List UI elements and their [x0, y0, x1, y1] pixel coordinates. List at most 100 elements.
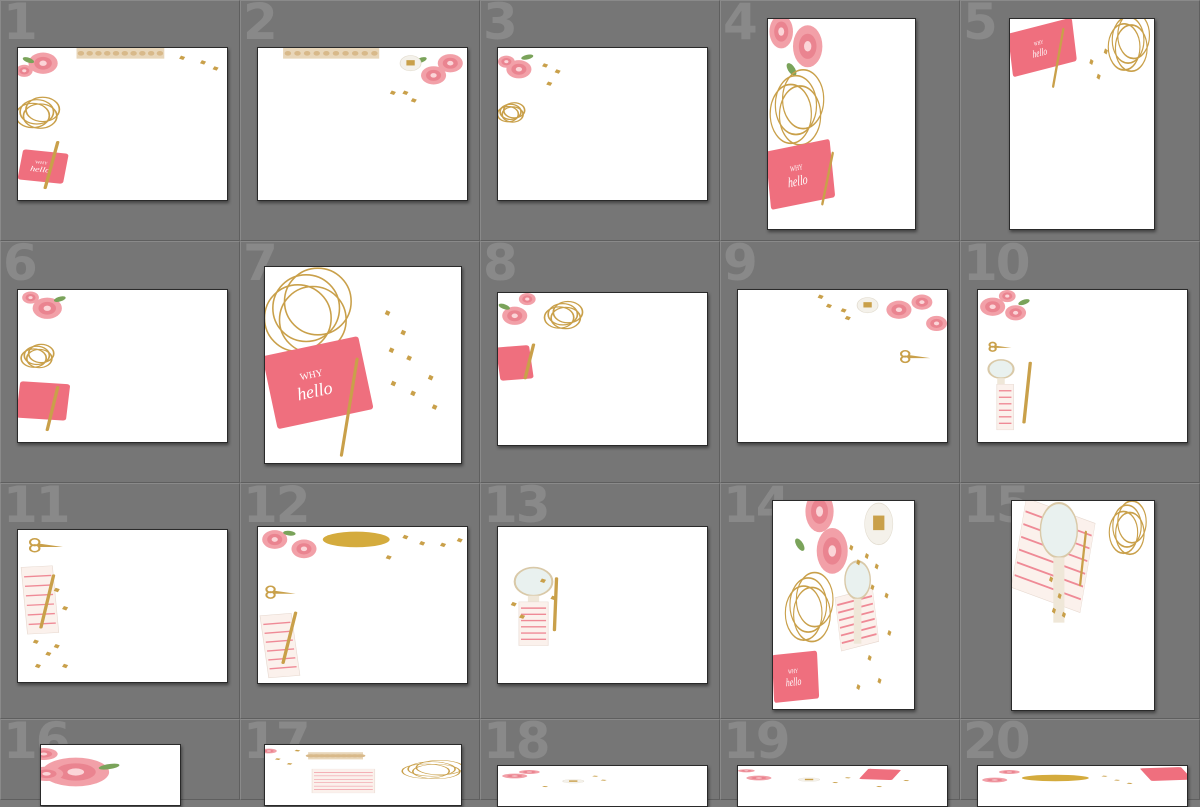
template-thumbnail[interactable]: WHY hello	[772, 500, 915, 710]
thumbnail-number: 4	[723, 0, 758, 51]
rose-decoration	[1005, 305, 1027, 321]
thumbnail-image: WHYhello	[18, 48, 219, 190]
leaf-decoration	[1018, 299, 1030, 306]
patterned-paper	[305, 752, 366, 760]
thumbnail-cell-7[interactable]: 7 WHY hello	[240, 238, 480, 483]
thumbnail-image	[18, 291, 70, 432]
rose-decoration	[22, 291, 39, 304]
thumbnail-cell-17[interactable]: 17	[240, 716, 480, 806]
thumbnail-cell-13[interactable]: 13	[480, 480, 720, 719]
thumbnail-cell-10[interactable]: 10	[960, 234, 1200, 483]
thumbnail-number: 2	[243, 0, 278, 51]
pink-card: WHYhello	[1010, 19, 1077, 77]
thumbnail-image	[817, 294, 947, 364]
thumbnail-image: WHYhello	[265, 267, 438, 457]
thumbnail-image: WHYhello	[773, 501, 894, 703]
thumbnail-cell-12[interactable]: 12	[240, 476, 480, 719]
thumbnail-cell-5[interactable]: 5 WHY hello	[960, 0, 1200, 241]
gold-leaf-dish	[322, 531, 390, 548]
thumbnail-image	[738, 768, 910, 788]
pink-card: WHYhello	[265, 336, 374, 429]
template-thumbnail[interactable]: WHY hello	[264, 266, 462, 464]
template-thumbnail[interactable]	[497, 526, 708, 684]
rose-decoration	[926, 315, 947, 332]
thumbnail-cell-9[interactable]: 9	[720, 238, 960, 483]
thumbnail-number: 1	[3, 0, 38, 51]
template-thumbnail[interactable]	[264, 744, 462, 806]
gold-bangles	[1107, 19, 1151, 73]
gold-leaf-dish	[1021, 774, 1089, 782]
template-thumbnail[interactable]	[977, 765, 1188, 807]
thumbnail-image: WHYhello	[1010, 19, 1151, 88]
template-thumbnail[interactable]: WHY hello	[17, 47, 228, 201]
thumbnail-cell-11[interactable]: 11	[0, 480, 240, 719]
thumbnail-image: WHYhello	[768, 19, 835, 210]
gold-pen	[552, 577, 559, 632]
template-thumbnail[interactable]	[257, 47, 468, 201]
thumbnail-number: 18	[483, 712, 551, 770]
pink-card	[18, 381, 70, 421]
thumbnail-cell-15[interactable]: 15	[960, 480, 1200, 719]
template-thumbnail[interactable]: WHY hello	[1009, 18, 1155, 230]
template-thumbnail[interactable]: WHY hello	[767, 18, 916, 230]
template-thumbnail[interactable]	[257, 526, 468, 684]
thumbnail-cell-1[interactable]: 1 WHY hello	[0, 0, 240, 241]
rose-decoration	[911, 294, 933, 310]
thumbnail-cell-14[interactable]: 14 WHY hello	[720, 480, 960, 719]
thumbnail-image	[510, 566, 559, 646]
template-thumbnail[interactable]	[40, 744, 181, 806]
template-thumbnail[interactable]	[17, 529, 228, 683]
thumbnail-cell-4[interactable]: 4 WHY hello	[720, 0, 960, 241]
gold-scissors	[265, 585, 296, 599]
template-thumbnail[interactable]	[497, 765, 708, 807]
thumbnail-cell-2[interactable]: 2	[240, 0, 480, 241]
thumbnail-number: 12	[243, 476, 311, 534]
thumbnail-image	[283, 48, 463, 103]
template-thumbnail[interactable]	[17, 289, 228, 443]
template-thumbnail[interactable]	[497, 292, 708, 446]
gold-scissors	[988, 341, 1012, 352]
binder-clips	[384, 310, 438, 410]
thumbnail-number: 19	[723, 712, 791, 770]
pink-card	[1140, 767, 1187, 781]
gold-bangles	[543, 300, 584, 330]
rose-decoration	[41, 748, 58, 760]
template-thumbnail[interactable]	[737, 289, 948, 443]
template-thumbnail[interactable]	[1011, 500, 1155, 711]
thumbnail-cell-20[interactable]: 20	[960, 716, 1200, 807]
thumbnail-image	[982, 767, 1187, 784]
gold-bangles	[769, 68, 825, 146]
thumbnail-number: 10	[963, 234, 1031, 292]
thumbnail-cell-16[interactable]: 16	[0, 716, 240, 806]
template-thumbnail[interactable]	[977, 289, 1188, 443]
thumbnail-cell-6[interactable]: 6	[0, 238, 240, 483]
binder-clips	[817, 294, 851, 321]
rose-decoration	[518, 293, 536, 306]
rose-decoration	[518, 770, 540, 774]
thumbnail-cell-3[interactable]: 3	[480, 0, 720, 241]
rose-decoration	[805, 501, 834, 533]
template-thumbnail[interactable]	[737, 765, 948, 807]
thumbnail-image	[41, 748, 120, 787]
rose-decoration	[886, 300, 912, 319]
template-thumbnail[interactable]	[497, 47, 708, 201]
rose-decoration	[746, 775, 772, 781]
binder-clips	[179, 55, 219, 71]
rose-decoration	[738, 769, 755, 773]
pink-card: WHYhello	[18, 149, 69, 184]
thumbnail-cell-19[interactable]: 19	[720, 712, 960, 807]
clip-bowl	[798, 777, 820, 782]
rose-decoration	[28, 52, 58, 74]
striped-notepad	[996, 384, 1014, 431]
thumbnail-image	[498, 293, 584, 381]
patterned-paper	[283, 48, 380, 59]
thumbnail-cell-8[interactable]: 8	[480, 238, 720, 483]
gold-scissors	[28, 537, 63, 553]
thumbnail-cell-18[interactable]: 18	[480, 712, 720, 807]
clip-bowl	[399, 55, 422, 72]
rose-decoration	[265, 748, 277, 754]
gold-bangles	[20, 343, 55, 369]
rose-decoration	[792, 25, 823, 68]
striped-notepad	[518, 601, 549, 646]
binder-clips	[389, 90, 417, 103]
